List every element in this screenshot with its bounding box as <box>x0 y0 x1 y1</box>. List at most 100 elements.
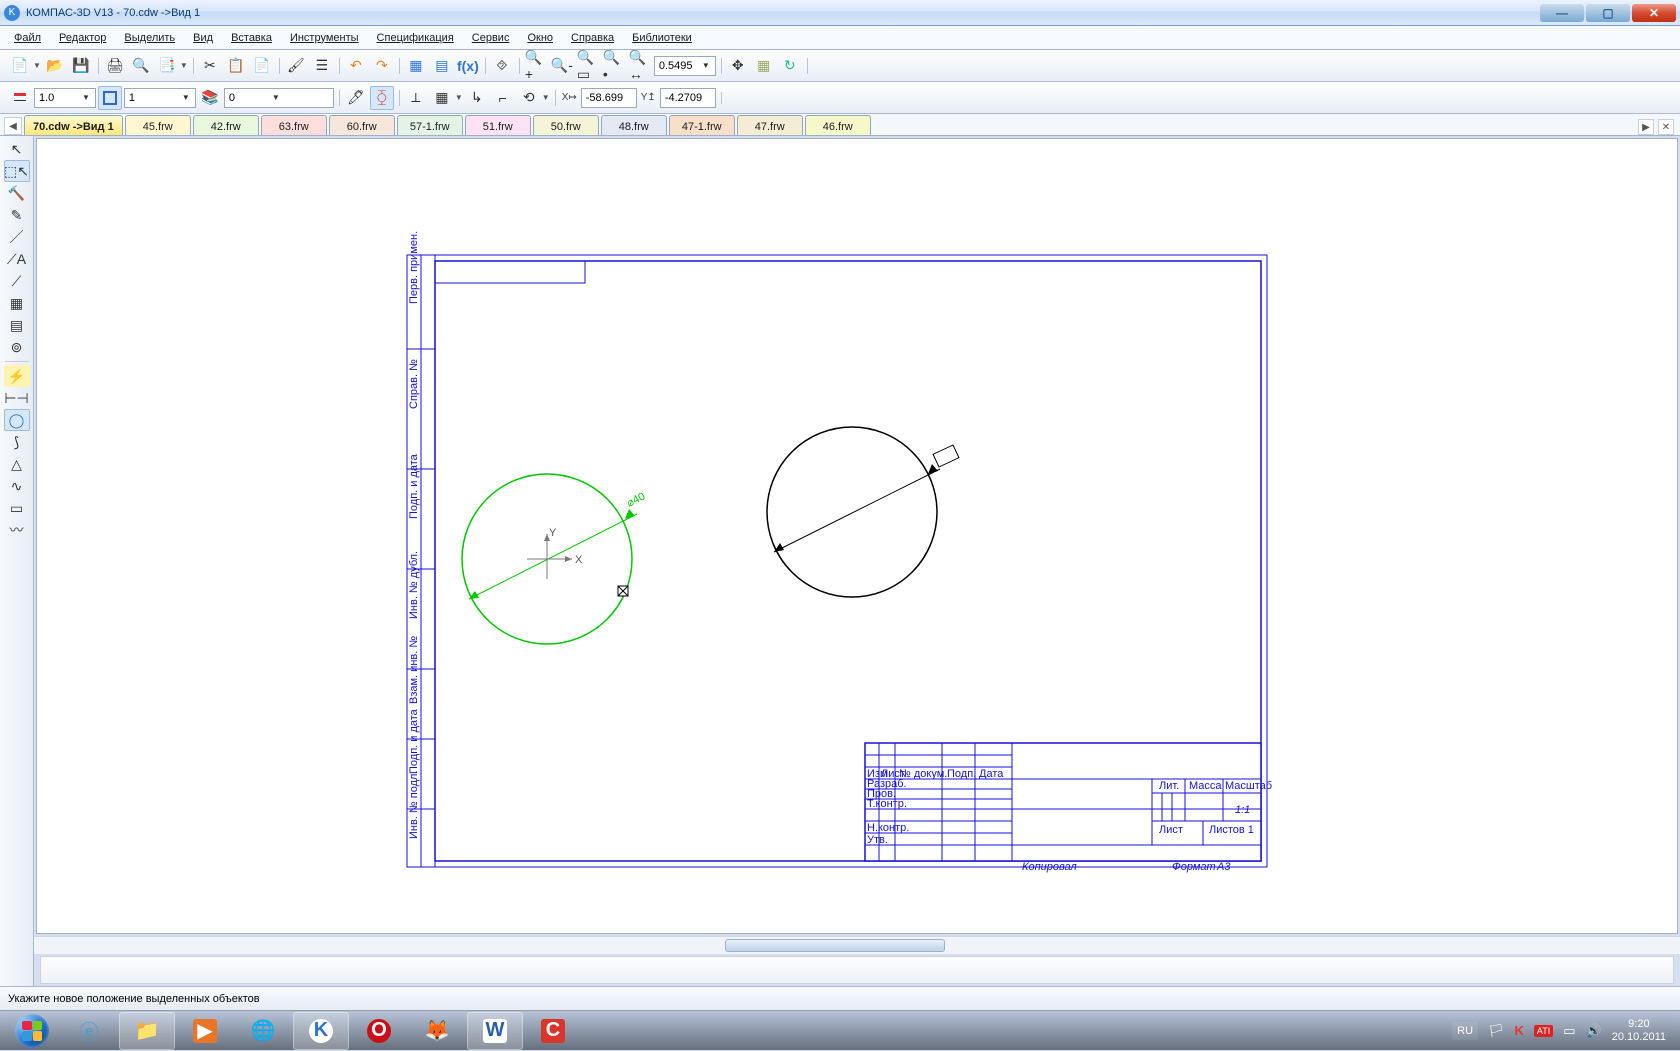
circle-tool[interactable]: ◯ <box>4 409 30 431</box>
tab[interactable]: 42.frw <box>193 115 259 135</box>
taskbar-opera[interactable]: O <box>351 1012 407 1050</box>
line-style-button[interactable] <box>8 86 32 110</box>
tab-scroll-left[interactable]: ◀ <box>4 117 22 135</box>
copy-button[interactable]: 📋 <box>224 54 248 78</box>
taskbar-explorer[interactable]: 📁 <box>119 1012 175 1050</box>
tab[interactable]: 48.frw <box>601 115 667 135</box>
hatch-tool[interactable]: ▤ <box>4 314 30 336</box>
brush-tool[interactable]: 🖊 <box>344 86 368 110</box>
menu-editor[interactable]: Редактор <box>51 29 114 47</box>
close-button[interactable]: ✕ <box>1632 4 1676 22</box>
ati-icon[interactable]: ATI <box>1534 1025 1553 1037</box>
drawing-manager-button[interactable]: ▤ <box>430 54 454 78</box>
table-tool[interactable]: ▦ <box>4 292 30 314</box>
tab[interactable]: 57-1.frw <box>397 115 463 135</box>
tray-clock[interactable]: 9:20 20.10.2011 <box>1612 1018 1666 1042</box>
pan-button[interactable]: ✥ <box>726 54 750 78</box>
taskbar-word[interactable]: W <box>467 1012 523 1050</box>
properties-button[interactable]: ☰ <box>310 54 334 78</box>
layers-button[interactable]: ▦ <box>404 54 428 78</box>
taskbar-firefox[interactable]: 🦊 <box>409 1012 465 1050</box>
brush-tool2[interactable]: ✎ <box>4 204 30 226</box>
taskbar-app[interactable]: C <box>525 1012 581 1050</box>
print-button[interactable]: 🖨 <box>103 54 127 78</box>
menu-insert[interactable]: Вставка <box>223 29 280 47</box>
menu-spec[interactable]: Спецификация <box>369 29 462 47</box>
coord-sys-button[interactable]: ↳ <box>465 86 489 110</box>
lightning-tool[interactable]: ⚡ <box>4 365 30 387</box>
text-tool[interactable]: ⟋ <box>4 270 30 292</box>
tab-close[interactable]: ✕ <box>1658 119 1674 135</box>
tab[interactable]: 51.frw <box>465 115 531 135</box>
tab[interactable]: 46.frw <box>805 115 871 135</box>
refresh-button[interactable]: ↻ <box>778 54 802 78</box>
volume-icon[interactable]: 🔊 <box>1586 1023 1602 1039</box>
help-cursor-button[interactable]: ⯑ <box>490 54 514 78</box>
menu-service[interactable]: Сервис <box>464 29 518 47</box>
taskbar-ie[interactable]: ⓔ <box>61 1012 117 1050</box>
line-tool[interactable]: ／ <box>4 226 30 248</box>
tab-scroll-right[interactable]: ▶ <box>1638 119 1654 135</box>
menu-view[interactable]: Вид <box>185 29 221 47</box>
round-button[interactable]: ⟲ <box>517 86 541 110</box>
tab[interactable]: 45.frw <box>125 115 191 135</box>
tab[interactable]: 47.frw <box>737 115 803 135</box>
brush-button[interactable]: 🖌 <box>284 54 308 78</box>
tab[interactable]: 63.frw <box>261 115 327 135</box>
tab-active[interactable]: 70.cdw ->Вид 1 <box>24 115 123 135</box>
taskbar-kompas[interactable]: K <box>293 1012 349 1050</box>
zoom-out-button[interactable]: 🔍- <box>550 54 574 78</box>
polyline-tool[interactable]: △ <box>4 453 30 475</box>
grid-button[interactable]: ▦ <box>430 86 454 110</box>
rect-tool[interactable]: ▭ <box>4 497 30 519</box>
segment-tool[interactable]: ⊢⊣ <box>4 387 30 409</box>
taskbar-media[interactable]: ▶ <box>177 1012 233 1050</box>
menu-select[interactable]: Выделить <box>116 29 183 47</box>
menu-tools[interactable]: Инструменты <box>282 29 367 47</box>
page-setup-button[interactable]: 📑 <box>155 54 179 78</box>
open-button[interactable]: 📂 <box>43 54 67 78</box>
start-button[interactable] <box>4 1011 60 1051</box>
cursor-tool[interactable]: ↖ <box>4 138 30 160</box>
zoom-in-button[interactable]: 🔍+ <box>524 54 548 78</box>
menu-file[interactable]: Файл <box>6 29 49 47</box>
line-mode-button[interactable] <box>98 86 122 110</box>
layer-style-combo[interactable]: 0▼ <box>224 88 334 108</box>
menu-window[interactable]: Окно <box>519 29 561 47</box>
horizontal-scrollbar[interactable] <box>34 936 1680 954</box>
paste-button[interactable]: 📄 <box>250 54 274 78</box>
spline-tool[interactable]: ⊚ <box>4 336 30 358</box>
menu-help[interactable]: Справка <box>563 29 622 47</box>
maximize-button[interactable]: ▢ <box>1586 4 1630 22</box>
local-cs-button[interactable]: ⌐ <box>491 86 515 110</box>
new-button[interactable]: 📄 <box>8 54 32 78</box>
curve-tool[interactable]: 〰 <box>4 519 30 541</box>
tab[interactable]: 50.frw <box>533 115 599 135</box>
tab[interactable]: 60.frw <box>329 115 395 135</box>
coord-y-input[interactable] <box>660 88 716 108</box>
select-tool[interactable]: ⬚↖ <box>4 160 30 182</box>
zoom-fit-button[interactable]: 🔍↔ <box>628 54 652 78</box>
redo-button[interactable]: ↷ <box>370 54 394 78</box>
taskbar-chrome[interactable]: 🌐 <box>235 1012 291 1050</box>
title-block[interactable]: Изм Лист № докум. Подп. Дата Разраб. Про… <box>865 743 1272 873</box>
line-width-combo[interactable]: 1.0▼ <box>34 88 96 108</box>
save-button[interactable]: 💾 <box>69 54 93 78</box>
undo-button[interactable]: ↶ <box>344 54 368 78</box>
language-indicator[interactable]: RU <box>1452 1022 1478 1040</box>
layer-num-combo[interactable]: 1▼ <box>124 88 196 108</box>
zoom-combo[interactable]: 0.5495▼ <box>654 56 716 76</box>
kaspersky-icon[interactable]: K <box>1515 1023 1524 1038</box>
minimize-button[interactable]: — <box>1540 4 1584 22</box>
dim-tool[interactable]: ⟋A <box>4 248 30 270</box>
bezier-tool[interactable]: ∿ <box>4 475 30 497</box>
variables-button[interactable]: f(x) <box>456 54 480 78</box>
zoom-window-button[interactable]: 🔍▭ <box>576 54 600 78</box>
measure-button[interactable]: ▦ <box>752 54 776 78</box>
coord-x-input[interactable] <box>581 88 637 108</box>
hammer-tool[interactable]: 🔨 <box>4 182 30 204</box>
arc-tool[interactable]: ⟆ <box>4 431 30 453</box>
cut-button[interactable]: ✂ <box>198 54 222 78</box>
preview-button[interactable]: 🔍 <box>129 54 153 78</box>
tray-icon[interactable]: ▭ <box>1563 1023 1575 1039</box>
